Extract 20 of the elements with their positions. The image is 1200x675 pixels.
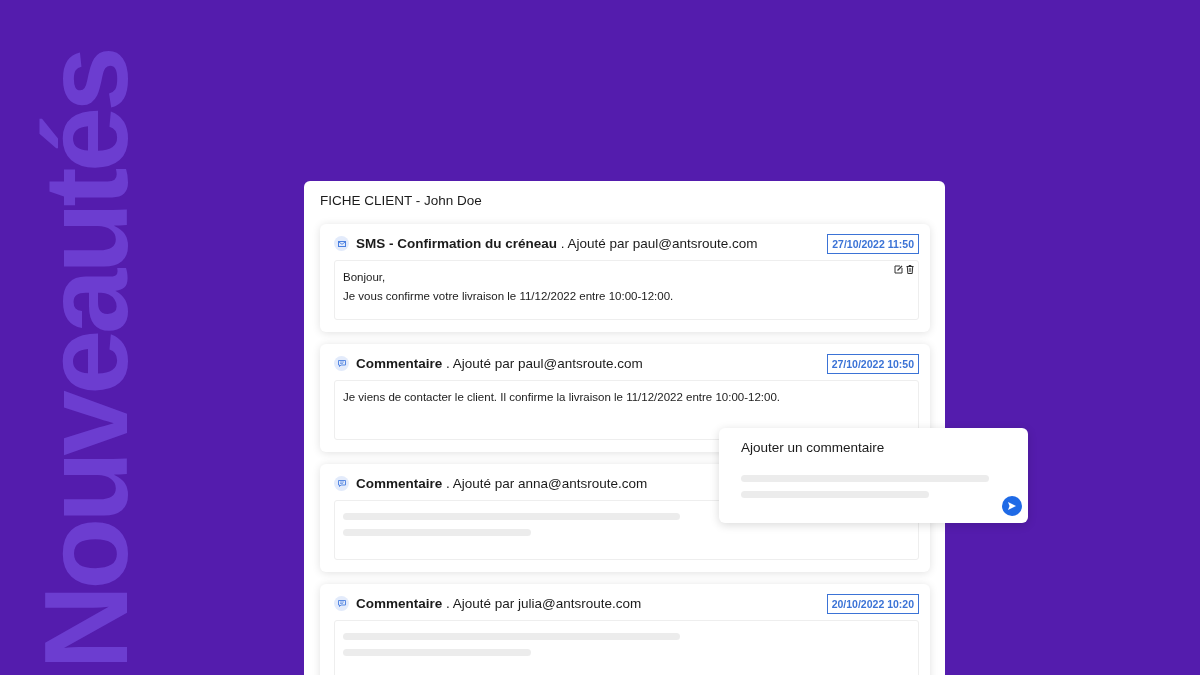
popup-title: Ajouter un commentaire xyxy=(741,440,886,455)
date-badge: 27/10/2022 10:50 xyxy=(826,353,919,374)
chat-icon xyxy=(334,476,349,491)
send-button[interactable] xyxy=(1002,496,1022,516)
message-text: Je viens de contacter le client. Il confirme la livraison le 11/12/2022 entre 10:00-12:00. xyxy=(343,390,782,404)
envelope-icon xyxy=(334,236,349,251)
message-text: Bonjour, xyxy=(343,270,387,284)
date-badge: 20/10/2022 10:20 xyxy=(826,593,919,614)
chat-icon xyxy=(334,356,349,371)
trash-icon[interactable] xyxy=(906,265,914,274)
entry-heading: Commentaire . Ajouté par anna@antsroute.com xyxy=(356,476,648,491)
panel-title: FICHE CLIENT - John Doe xyxy=(320,193,483,208)
entry-heading: Commentaire . Ajouté par paul@antsroute.com xyxy=(356,356,643,371)
send-icon xyxy=(1007,501,1017,511)
chat-icon xyxy=(334,596,349,611)
edit-icon[interactable] xyxy=(894,265,903,274)
entry-heading: SMS - Confirmation du créneau . Ajouté par paul@antsroute.com xyxy=(356,236,758,251)
message-text: Je vous confirme votre livraison le 11/12/2022 entre 10:00-12:00. xyxy=(343,289,675,303)
entry-heading: Commentaire . Ajouté par julia@antsroute.com xyxy=(356,596,642,611)
date-badge: 27/10/2022 11:50 xyxy=(827,233,919,254)
